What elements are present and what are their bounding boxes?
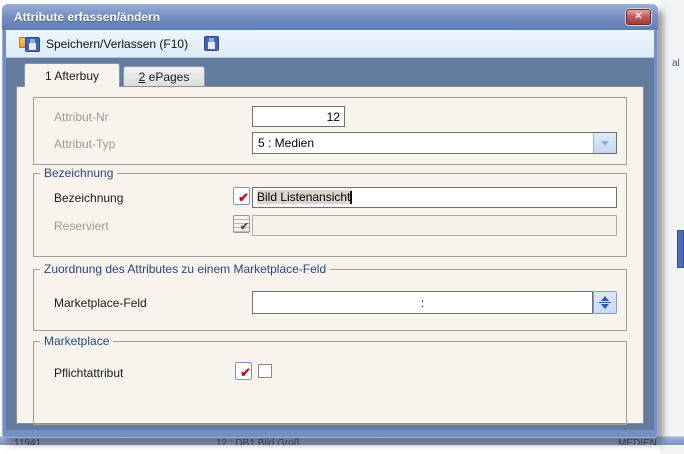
tab-epages-label: ePages	[145, 70, 189, 84]
close-button[interactable]: ✕	[626, 9, 651, 25]
background-scrollbar-fragment	[677, 230, 684, 268]
dialog-client-area: 1 Afterbuy 2 ePages Attribut-Nr Attribut…	[6, 58, 654, 430]
reserviert-input	[252, 215, 617, 236]
tab-page-afterbuy: Attribut-Nr Attribut-Typ 5 : Medien Beze…	[16, 86, 644, 424]
pflichtattribut-label: Pflichtattribut	[54, 366, 123, 380]
check-glyph: ✔	[238, 190, 249, 206]
tab-afterbuy[interactable]: 1 Afterbuy	[24, 63, 120, 87]
save-button[interactable]	[199, 34, 224, 53]
background-cell-right: MEDIEN	[618, 438, 657, 445]
attribute-dialog-window: Attribute erfassen/ändern ✕ Speichern/Ve…	[2, 4, 658, 438]
toolbar: Speichern/Verlassen (F10)	[6, 30, 654, 58]
check-glyph: ✔	[240, 365, 251, 381]
bezeichnung-group-title: Bezeichnung	[40, 166, 117, 180]
dropdown-button[interactable]	[593, 133, 616, 153]
zuordnung-group-title: Zuordnung des Attributes zu einem Market…	[40, 262, 330, 276]
save-exit-label: Speichern/Verlassen (F10)	[46, 37, 188, 51]
attribute-id-group: Attribut-Nr Attribut-Typ 5 : Medien	[33, 97, 627, 165]
marketplace-feld-spinner[interactable]	[593, 291, 617, 314]
bezeichnung-value: Bild Listenansicht	[257, 190, 350, 204]
marketplace-feld-label: Marketplace-Feld	[54, 296, 147, 310]
reserviert-label: Reserviert	[54, 219, 109, 233]
chevron-down-icon	[601, 141, 609, 146]
marketplace-feld-input[interactable]	[252, 291, 593, 314]
bezeichnung-input[interactable]: Bild Listenansicht	[252, 187, 617, 208]
save-exit-button[interactable]: Speichern/Verlassen (F10)	[14, 33, 193, 54]
attribut-typ-value: 5 : Medien	[253, 133, 593, 153]
attribut-nr-label: Attribut-Nr	[54, 110, 109, 124]
window-title: Attribute erfassen/ändern	[14, 10, 160, 24]
floppy-disk-icon	[25, 37, 40, 52]
attribut-typ-label: Attribut-Typ	[54, 137, 115, 151]
marketplace-group-title: Marketplace	[40, 334, 113, 348]
titlebar[interactable]: Attribute erfassen/ändern ✕	[2, 4, 658, 30]
attribut-nr-input[interactable]	[252, 106, 345, 127]
translate-check-icon[interactable]: ✔	[235, 362, 252, 380]
marketplace-group: Marketplace Pflichtattribut ✔	[33, 341, 627, 425]
spinner-up-icon	[601, 296, 609, 301]
check-glyph: ✔	[240, 220, 249, 233]
text-caret	[350, 191, 352, 204]
background-text-fragment: al	[672, 58, 680, 69]
background-cell-center: 12 : DB1 Bild Groß	[216, 438, 300, 445]
floppy-disk-icon	[204, 36, 219, 51]
zuordnung-group: Zuordnung des Attributes zu einem Market…	[33, 269, 627, 331]
bezeichnung-group: Bezeichnung Bezeichnung ✔ Bild Listenans…	[33, 173, 627, 257]
bezeichnung-label: Bezeichnung	[54, 191, 123, 205]
pflichtattribut-checkbox[interactable]	[258, 364, 272, 378]
tab-epages[interactable]: 2 ePages	[123, 66, 205, 87]
edit-note-icon-disabled: ✔	[233, 215, 250, 233]
background-cell-left: 11941	[14, 438, 41, 445]
save-exit-icon	[19, 35, 40, 52]
attribut-typ-combobox[interactable]: 5 : Medien	[252, 132, 617, 154]
spinner-divider	[599, 302, 611, 303]
spinner-down-icon	[601, 304, 609, 309]
translate-check-icon[interactable]: ✔	[233, 187, 250, 205]
